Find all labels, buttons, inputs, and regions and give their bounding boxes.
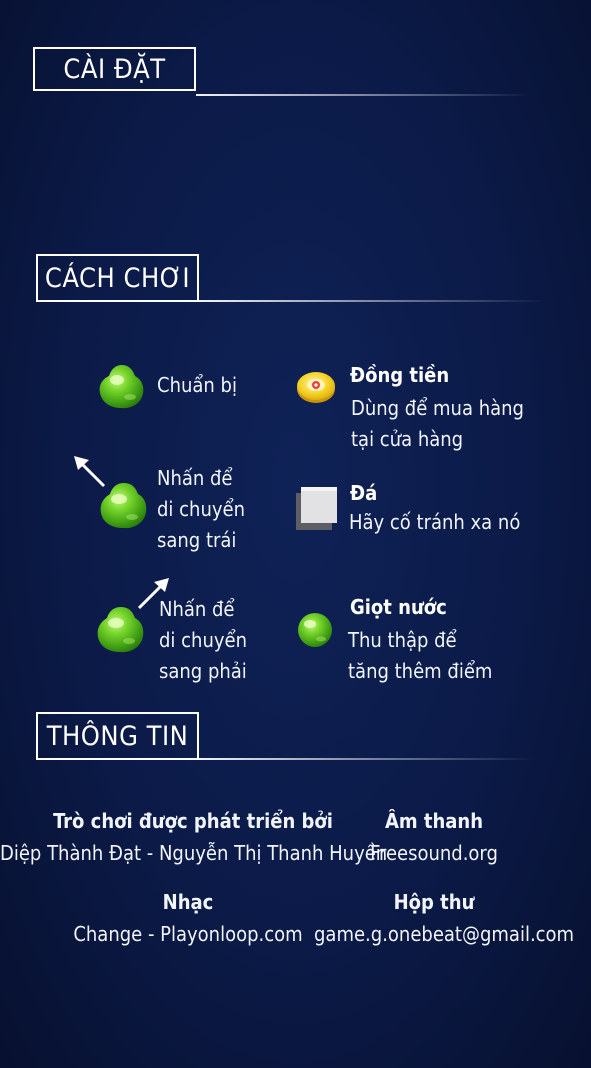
section-info-divider (199, 758, 534, 760)
section-info-header: THÔNG TIN (0, 712, 591, 764)
tap-left-line1: Nhấn để (157, 466, 233, 490)
stone-line1: Hãy cố tránh xa nó (349, 510, 521, 534)
stone-title: Đá (350, 481, 378, 505)
tap-right-line2: di chuyển (159, 628, 247, 652)
music-title: Nhạc (162, 890, 214, 914)
section-settings-divider (196, 94, 531, 96)
section-settings-label: CÀI ĐẶT (63, 53, 166, 85)
tap-left-line3: sang trái (157, 528, 237, 552)
section-howto-title: CÁCH CHƠI (36, 254, 199, 302)
developer-value: Diệp Thành Đạt - Nguyễn Thị Thanh Huyền (0, 841, 388, 865)
tap-left-line2: di chuyển (157, 497, 245, 521)
section-settings-title: CÀI ĐẶT (33, 47, 196, 91)
coin-line1: Dùng để mua hàng (351, 396, 524, 420)
green-blob-icon (99, 365, 144, 409)
sound-title: Âm thanh (384, 809, 484, 833)
mailbox-value[interactable]: game.g.onebeat@gmail.com (314, 922, 574, 946)
coin-line2: tại cửa hàng (351, 427, 464, 451)
coin-icon (297, 372, 335, 403)
stone-block-icon (296, 487, 337, 530)
drop-line1: Thu thập để (348, 628, 457, 652)
coin-title: Đồng tiền (350, 363, 450, 387)
section-howto-header: CÁCH CHƠI (0, 254, 591, 306)
section-settings-header: CÀI ĐẶT (0, 47, 591, 99)
tap-right-line3: sang phải (159, 659, 247, 683)
ready-label: Chuẩn bị (157, 373, 237, 397)
green-blob-right-icon (97, 607, 144, 653)
mailbox-title: Hộp thư (393, 890, 475, 914)
developer-title: Trò chơi được phát triển bởi (53, 809, 333, 833)
water-drop-icon (298, 613, 332, 647)
tap-right-line1: Nhấn để (159, 597, 235, 621)
section-info-title: THÔNG TIN (36, 712, 199, 760)
green-blob-left-icon (100, 483, 147, 529)
drop-title: Giọt nước (350, 595, 447, 619)
section-howto-label: CÁCH CHƠI (44, 262, 191, 294)
drop-line2: tăng thêm điểm (348, 659, 493, 683)
section-howto-divider (199, 300, 544, 302)
music-value: Change - Playonloop.com (73, 922, 303, 946)
section-info-label: THÔNG TIN (46, 720, 189, 752)
sound-value: Freesound.org (370, 841, 498, 865)
